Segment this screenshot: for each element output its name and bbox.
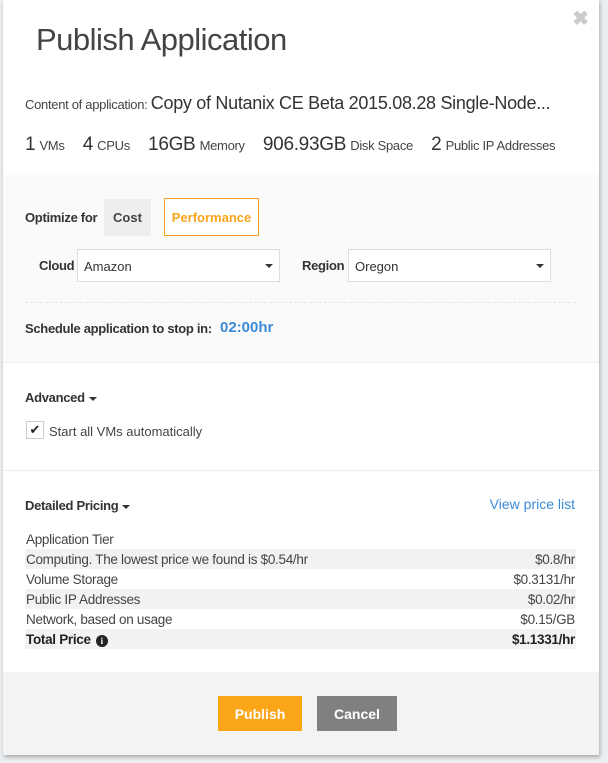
view-price-list-link[interactable]: View price list	[490, 496, 575, 512]
advanced-toggle[interactable]: Advanced	[25, 390, 97, 405]
pricing-row-name: Computing. The lowest price we found is …	[26, 551, 308, 567]
detailed-pricing-label: Detailed Pricing	[25, 498, 119, 513]
stat-ip-value: 2	[431, 134, 442, 155]
pricing-row: Application Tier	[25, 529, 576, 549]
cloud-value: Amazon	[84, 259, 132, 274]
publish-button[interactable]: Publish	[218, 696, 302, 731]
schedule-timer[interactable]: 02:00hr	[220, 319, 273, 336]
optimize-label: Optimize for	[25, 210, 98, 225]
cloud-label: Cloud	[39, 258, 75, 273]
close-icon[interactable]: ✖	[572, 6, 589, 31]
chevron-down-icon	[265, 264, 273, 268]
advanced-label: Advanced	[25, 390, 85, 405]
pricing-row-name: Network, based on usage	[26, 611, 173, 627]
optimize-performance-button[interactable]: Performance	[164, 198, 259, 236]
detailed-pricing-toggle[interactable]: Detailed Pricing	[25, 498, 131, 513]
total-price-label: Total Price	[26, 631, 91, 647]
pricing-row-price: $0.8/hr	[535, 551, 575, 567]
total-price-value: $1.1331/hr	[511, 631, 575, 647]
dialog-title: Publish Application	[36, 22, 287, 57]
application-content: Content of application: Copy of Nutanix …	[25, 93, 551, 114]
cloud-select[interactable]: Amazon	[77, 249, 280, 282]
info-icon[interactable]: i	[95, 634, 108, 647]
cancel-button[interactable]: Cancel	[317, 696, 397, 731]
pricing-row: Public IP Addresses $0.02/hr	[25, 589, 576, 609]
pricing-row-price: $0.15/GB	[520, 611, 575, 627]
publish-application-dialog: ✖ Publish Application Content of applica…	[3, 0, 599, 755]
pricing-row-price: $0.3131/hr	[513, 571, 575, 587]
pricing-row-name: Application Tier	[26, 531, 114, 547]
content-value: Copy of Nutanix CE Beta 2015.08.28 Singl…	[150, 93, 551, 113]
total-price-row: Total Price i $1.1331/hr	[25, 629, 576, 649]
dialog-footer: Publish Cancel	[3, 672, 599, 755]
stat-cpus-label: CPUs	[97, 138, 130, 153]
stat-disk-value: 906.93GB	[262, 134, 347, 155]
stat-memory-label: Memory	[199, 138, 245, 153]
stat-disk-label: Disk Space	[350, 138, 413, 153]
pricing-row: Computing. The lowest price we found is …	[25, 549, 576, 569]
pricing-row-price: $0.02/hr	[527, 591, 575, 607]
resource-stats: 1 VMs 4 CPUs 16GB Memory 906.93GB Disk S…	[25, 134, 569, 156]
stat-memory-value: 16GB	[148, 134, 196, 155]
caret-down-icon	[122, 504, 131, 509]
content-label: Content of application:	[25, 97, 148, 112]
stat-cpus-value: 4	[82, 134, 94, 155]
configuration-section: Optimize for Cost Performance Cloud Amaz…	[3, 175, 599, 363]
pricing-row-name: Volume Storage	[26, 571, 118, 587]
checkmark-icon: ✔	[29, 422, 41, 437]
stat-vms-label: VMs	[39, 138, 65, 153]
pricing-row: Network, based on usage $0.15/GB	[25, 609, 576, 629]
pricing-table: Application Tier Computing. The lowest p…	[25, 529, 576, 649]
pricing-row-name: Public IP Addresses	[26, 591, 141, 607]
schedule-label: Schedule application to stop in:	[25, 321, 212, 336]
divider	[3, 470, 599, 471]
stat-vms-value: 1	[25, 134, 36, 155]
start-all-vms-checkbox[interactable]: ✔	[26, 421, 44, 439]
divider	[25, 302, 576, 303]
chevron-down-icon	[536, 264, 544, 268]
start-all-vms-label: Start all VMs automatically	[49, 424, 203, 439]
optimize-cost-button[interactable]: Cost	[104, 199, 151, 236]
stat-ip-label: Public IP Addresses	[445, 138, 556, 153]
pricing-row: Volume Storage $0.3131/hr	[25, 569, 576, 589]
region-label: Region	[302, 258, 345, 273]
region-value: Oregon	[355, 259, 399, 274]
region-select[interactable]: Oregon	[348, 249, 551, 282]
caret-down-icon	[88, 396, 97, 401]
